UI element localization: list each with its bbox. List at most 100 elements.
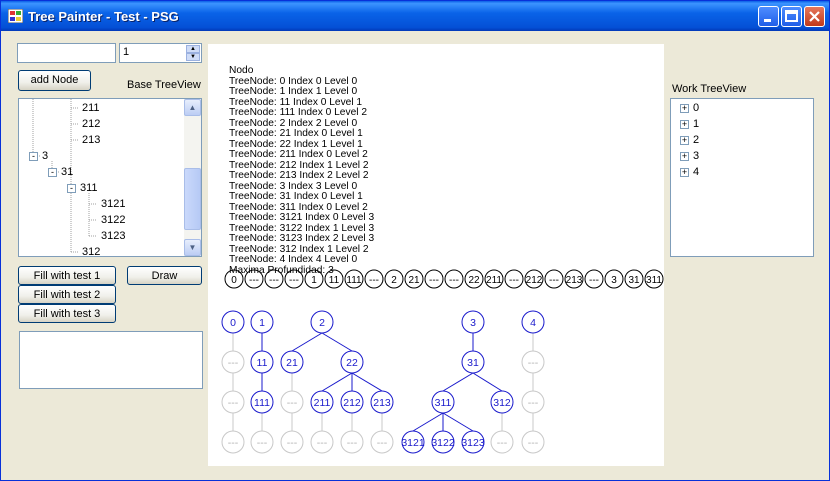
svg-text:---: --- [429, 275, 439, 286]
tree-node: 11 [250, 350, 274, 374]
work-tree-node-label: 0 [693, 102, 700, 114]
expand-toggle-icon[interactable]: + [680, 103, 689, 113]
close-button[interactable] [804, 6, 825, 27]
base-tree-node-label: 211 [82, 102, 100, 114]
svg-text:213: 213 [373, 397, 391, 409]
svg-text:---: --- [347, 437, 358, 449]
base-tree-node[interactable]: 312 [82, 246, 101, 257]
svg-text:22: 22 [468, 275, 480, 286]
svg-text:21: 21 [408, 275, 420, 286]
level-spinner[interactable]: 1 ▲ ▼ [119, 43, 202, 63]
expand-toggle-icon[interactable]: + [680, 167, 689, 177]
info-line: TreeNode: 211 Index 0 Level 2 [229, 149, 368, 160]
tree-node: 3123 [461, 430, 485, 454]
work-tree-node-label: 1 [693, 118, 700, 130]
tree-empty-node: --- [221, 350, 245, 374]
expand-toggle-icon[interactable]: + [680, 135, 689, 145]
tree-edge [442, 372, 474, 392]
tree-node: 4 [521, 310, 545, 334]
svg-text:3: 3 [470, 317, 476, 329]
drawing-canvas: Nodo TreeNode: 0 Index 0 Level 0 TreeNode:… [208, 44, 664, 466]
base-tree-node[interactable]: -31 [48, 166, 73, 178]
base-tree-node[interactable]: 212 [82, 118, 100, 130]
svg-text:31: 31 [628, 275, 640, 286]
maximize-icon [785, 10, 798, 22]
base-tree-node[interactable]: -311 [67, 182, 98, 194]
base-tree-node-label: 213 [82, 134, 101, 146]
svg-text:1: 1 [259, 317, 265, 329]
svg-text:311: 311 [646, 275, 662, 286]
work-tree-node-label: 2 [693, 134, 700, 146]
node-text-input[interactable] [17, 43, 116, 63]
base-treeview[interactable]: 211 212 213-3-31-311 3121 3122 3123 312 ▲ ▼ [18, 98, 202, 257]
tree-edge [472, 372, 503, 392]
base-tree-node[interactable]: 3121 [101, 198, 125, 210]
output-textbox[interactable] [19, 331, 203, 389]
minimize-button[interactable] [758, 6, 779, 27]
info-line: TreeNode: 111 Index 0 Level 2 [229, 107, 367, 118]
expand-toggle-icon[interactable]: + [680, 119, 689, 129]
draw-button[interactable]: Draw [127, 266, 202, 285]
tree-node: 3 [461, 310, 485, 334]
base-tree-node-label: 31 [61, 166, 74, 178]
base-tree-node[interactable]: 3122 [101, 214, 125, 226]
svg-text:---: --- [369, 275, 379, 286]
tree-empty-node: --- [250, 430, 274, 454]
collapse-toggle-icon[interactable]: - [67, 183, 76, 193]
tree-node: 0 [221, 310, 245, 334]
svg-text:0: 0 [231, 275, 237, 286]
work-tree-node[interactable]: +2 [680, 134, 699, 146]
base-tree-node[interactable]: 213 [82, 134, 100, 146]
tree-node: 311 [431, 390, 455, 414]
tree-node: 31 [461, 350, 485, 374]
sequence-node: 22 [464, 269, 484, 289]
sequence-node: 311 [644, 269, 664, 289]
svg-text:---: --- [317, 437, 328, 449]
tree-edge [321, 372, 353, 392]
scroll-thumb[interactable] [184, 168, 201, 230]
tree-drawing: 0---------111111---221------22211---212-… [221, 310, 545, 454]
fill-test-1-button[interactable]: Fill with test 1 [18, 266, 116, 285]
work-tree-node[interactable]: +0 [680, 102, 699, 114]
svg-text:312: 312 [493, 397, 511, 409]
svg-text:---: --- [449, 275, 459, 286]
info-line: Nodo [229, 65, 254, 76]
tree-empty-node: --- [370, 430, 394, 454]
title-bar[interactable]: Tree Painter - Test - PSG [1, 1, 829, 31]
expand-toggle-icon[interactable]: + [680, 151, 689, 161]
svg-text:21: 21 [286, 357, 298, 369]
window-title: Tree Painter - Test - PSG [28, 9, 179, 24]
work-tree-node[interactable]: +1 [680, 118, 699, 130]
sequence-node: 11 [324, 269, 344, 289]
maximize-button[interactable] [781, 6, 802, 27]
spin-up-icon[interactable]: ▲ [186, 45, 200, 53]
fill-test-3-button[interactable]: Fill with test 3 [18, 304, 116, 323]
collapse-toggle-icon[interactable]: - [48, 167, 57, 177]
node-info-list: Nodo TreeNode: 0 Index 0 Level 0 TreeNode:… [229, 65, 375, 276]
svg-text:---: --- [269, 275, 279, 286]
collapse-toggle-icon[interactable]: - [29, 151, 38, 161]
tree-empty-node: --- [280, 430, 304, 454]
base-tree-scrollbar[interactable]: ▲ ▼ [184, 99, 201, 256]
info-line: TreeNode: 3123 Index 2 Level 3 [229, 233, 375, 244]
fill-test-2-button[interactable]: Fill with test 2 [18, 285, 116, 304]
base-tree-node[interactable]: -3 [29, 150, 48, 162]
tree-empty-node: --- [280, 390, 304, 414]
svg-text:311: 311 [435, 397, 452, 409]
node-sequence: 0 --- --- --- 1 11 111 --- 2 21 --- --- 22 211 --- 212-… [224, 269, 664, 289]
work-treeview[interactable]: +0 +1 +2 +3 +4 [670, 98, 814, 257]
base-tree-node[interactable]: 211 [82, 102, 100, 114]
add-node-button[interactable]: add Node [18, 70, 91, 91]
work-tree-node[interactable]: +3 [680, 150, 699, 162]
svg-text:0: 0 [230, 317, 236, 329]
svg-text:3122: 3122 [431, 437, 455, 449]
tree-node: 213 [370, 390, 394, 414]
scroll-down-icon[interactable]: ▼ [184, 239, 201, 256]
scroll-up-icon[interactable]: ▲ [184, 99, 201, 116]
base-tree-node-label: 312 [82, 246, 101, 257]
spin-down-icon[interactable]: ▼ [186, 53, 200, 61]
tree-node: 3122 [431, 430, 455, 454]
svg-text:---: --- [228, 437, 239, 449]
work-tree-node[interactable]: +4 [680, 166, 699, 178]
base-tree-node[interactable]: 3123 [101, 230, 125, 242]
